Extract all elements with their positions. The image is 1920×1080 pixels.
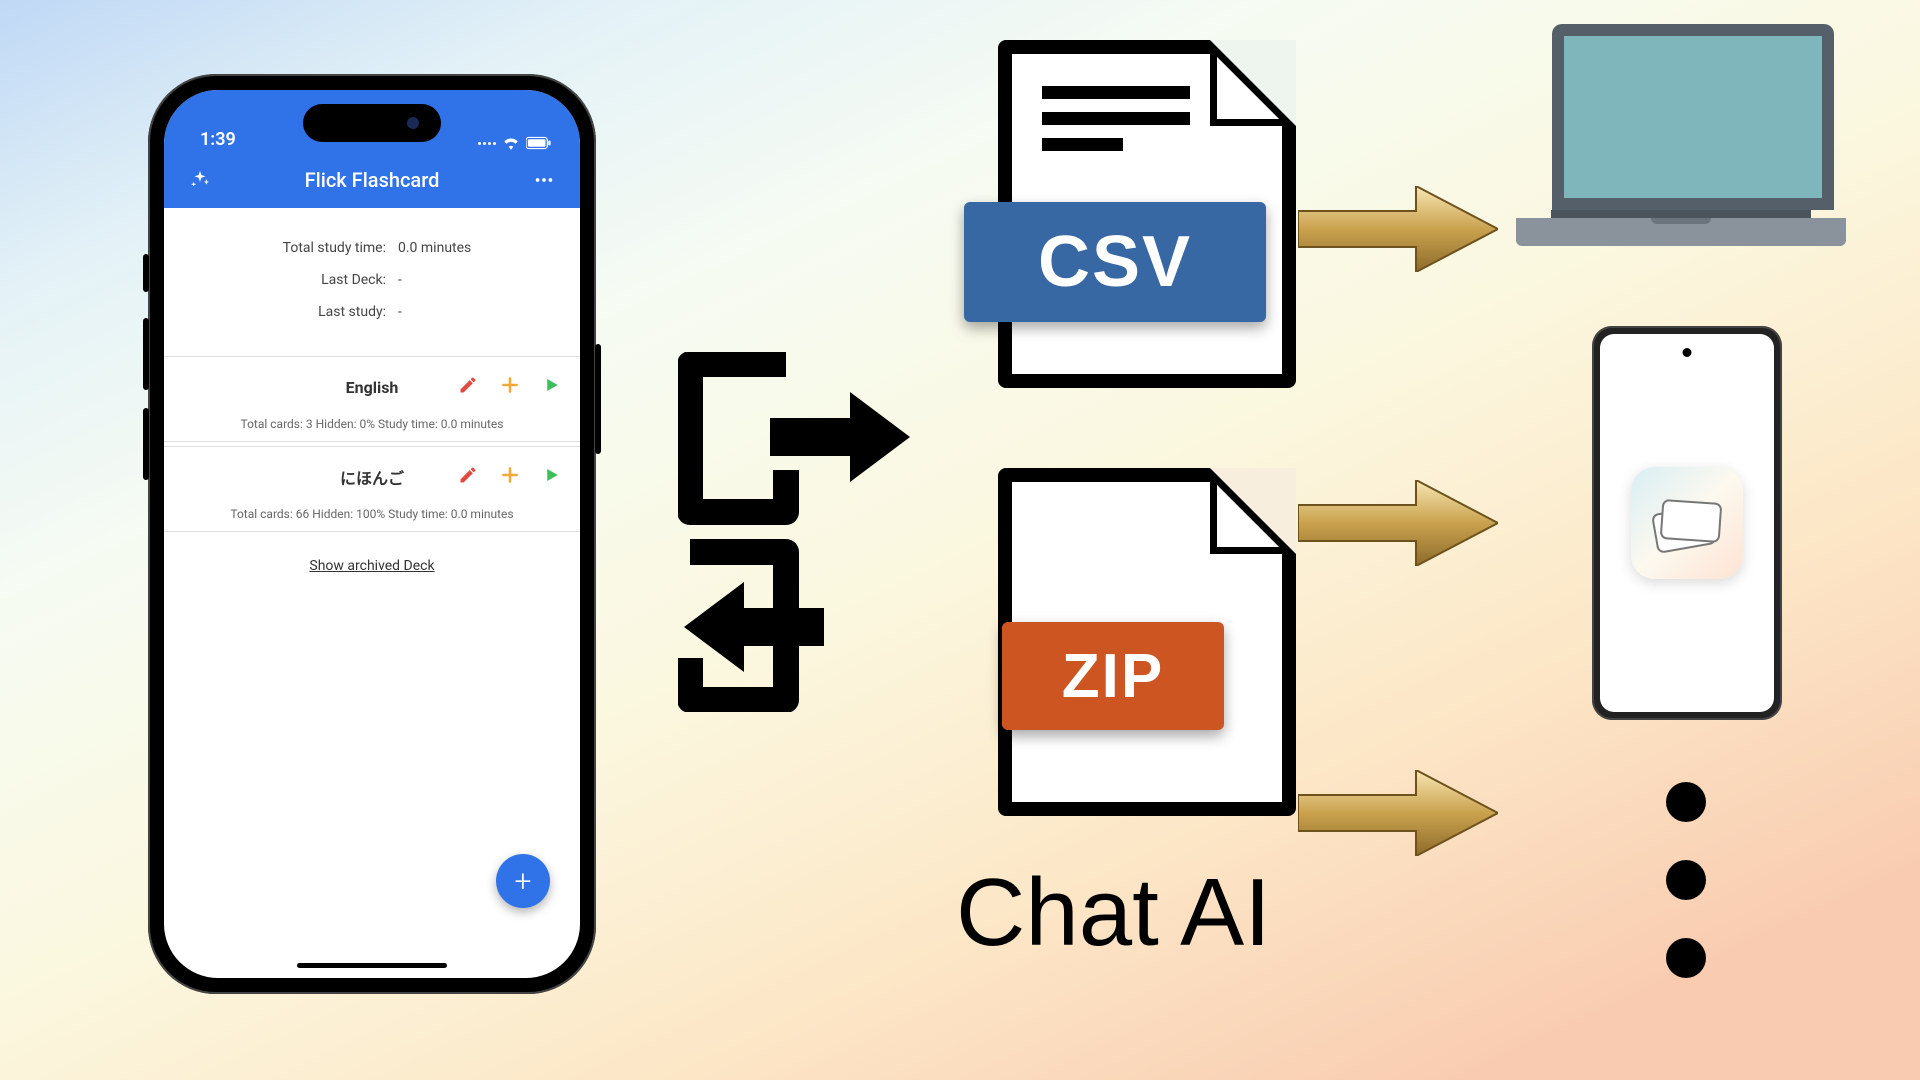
arrow-icon bbox=[1298, 480, 1498, 566]
status-time: 1:39 bbox=[200, 129, 236, 150]
app-title: Flick Flashcard bbox=[305, 168, 440, 192]
zip-file-icon: ZIP bbox=[998, 468, 1296, 816]
deck-title: にほんご bbox=[304, 465, 440, 489]
phone-volume-down bbox=[143, 408, 149, 480]
play-icon[interactable] bbox=[542, 466, 560, 488]
zip-label: ZIP bbox=[1002, 622, 1224, 730]
play-icon[interactable] bbox=[542, 376, 560, 398]
phone-volume-up bbox=[143, 318, 149, 390]
ellipsis-vertical-icon bbox=[1666, 782, 1706, 1016]
app-bar: Flick Flashcard bbox=[164, 152, 580, 208]
chat-ai-label: Chat AI bbox=[956, 858, 1271, 968]
stat-last-deck-value: - bbox=[398, 272, 508, 288]
edit-icon[interactable] bbox=[458, 465, 478, 489]
deck-meta: Total cards: 66 Hidden: 100% Study time:… bbox=[184, 507, 560, 521]
home-indicator bbox=[297, 963, 447, 968]
phone-power-button bbox=[595, 344, 601, 454]
arrow-icon bbox=[1298, 186, 1498, 272]
cellular-icon bbox=[478, 142, 496, 145]
more-icon[interactable] bbox=[526, 169, 562, 191]
phone-icon bbox=[1592, 326, 1782, 720]
wifi-icon bbox=[502, 136, 520, 150]
arrow-icon bbox=[1298, 770, 1498, 856]
deck-title: English bbox=[304, 378, 440, 397]
stat-last-study-label: Last study: bbox=[236, 304, 386, 320]
sparkle-icon[interactable] bbox=[182, 169, 218, 191]
phone-mockup: 1:39 Flick Flashcard Total study t bbox=[148, 74, 596, 994]
battery-icon bbox=[526, 136, 552, 150]
deck-card[interactable]: English Total cards: 3 Hidden: 0% Study … bbox=[164, 356, 580, 442]
stat-last-study-value: - bbox=[398, 304, 508, 320]
laptop-icon bbox=[1552, 24, 1846, 246]
edit-icon[interactable] bbox=[458, 375, 478, 399]
add-icon[interactable] bbox=[500, 375, 520, 399]
add-icon[interactable] bbox=[500, 465, 520, 489]
add-deck-fab[interactable]: + bbox=[496, 854, 550, 908]
export-import-icon bbox=[678, 352, 918, 716]
stats-block: Total study time: 0.0 minutes Last Deck:… bbox=[164, 208, 580, 356]
stat-last-deck-label: Last Deck: bbox=[236, 272, 386, 288]
show-archived-link[interactable]: Show archived Deck bbox=[164, 558, 580, 574]
deck-card[interactable]: にほんご Total cards: 66 Hidden: 100% Study … bbox=[164, 446, 580, 532]
flashcard-app-icon bbox=[1631, 467, 1743, 579]
csv-label: CSV bbox=[964, 202, 1266, 322]
stat-total-study-label: Total study time: bbox=[236, 240, 386, 256]
phone-notch bbox=[303, 104, 441, 142]
csv-file-icon: CSV bbox=[998, 40, 1296, 388]
stat-total-study-value: 0.0 minutes bbox=[398, 240, 508, 256]
deck-meta: Total cards: 3 Hidden: 0% Study time: 0.… bbox=[184, 417, 560, 431]
phone-side-button bbox=[143, 254, 149, 292]
